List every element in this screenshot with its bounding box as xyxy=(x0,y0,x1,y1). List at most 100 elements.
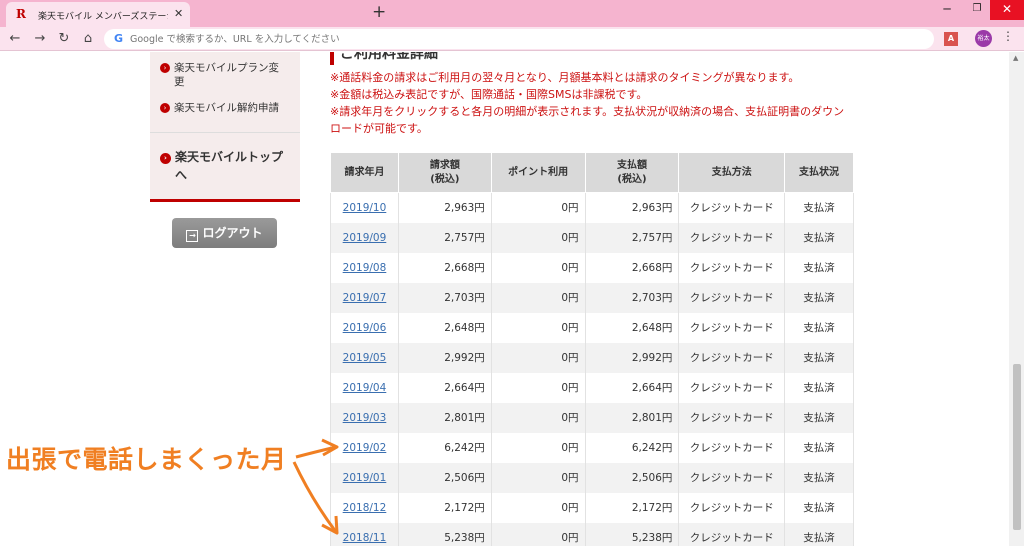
cell-billed: 2,992円 xyxy=(397,342,492,373)
cell-method: クレジットカード xyxy=(678,312,786,343)
scroll-up-icon[interactable]: ▲ xyxy=(1013,54,1018,62)
address-input[interactable] xyxy=(130,31,910,47)
table-row: 2019/03 2,801円 0円 2,801円 クレジットカード 支払済 xyxy=(330,402,854,433)
cell-status: 支払済 xyxy=(784,192,854,223)
cell-month[interactable]: 2019/01 xyxy=(330,462,399,493)
chevron-right-icon: › xyxy=(160,153,171,164)
chevron-right-icon: › xyxy=(160,63,170,73)
cell-paid: 2,668円 xyxy=(584,252,680,283)
table-row: 2018/11 5,238円 0円 5,238円 クレジットカード 支払済 xyxy=(330,522,854,546)
cell-paid: 2,664円 xyxy=(584,372,680,403)
month-link[interactable]: 2019/10 xyxy=(343,202,387,214)
forward-icon[interactable]: → xyxy=(31,30,49,48)
sidebar-item-mobile-top[interactable]: › 楽天モバイルトップへ xyxy=(160,148,292,184)
cell-month[interactable]: 2019/08 xyxy=(330,252,399,283)
cell-billed: 2,664円 xyxy=(397,372,492,403)
cell-points: 0円 xyxy=(490,492,586,523)
cell-paid: 2,506円 xyxy=(584,462,680,493)
google-icon: G xyxy=(114,32,124,45)
cell-billed: 2,172円 xyxy=(397,492,492,523)
scrollbar[interactable]: ▲ xyxy=(1009,52,1024,546)
back-icon[interactable]: ← xyxy=(6,30,24,48)
browser-toolbar: ← → ↻ ⌂ G xyxy=(0,27,1024,51)
cell-paid: 2,703円 xyxy=(584,282,680,313)
table-row: 2019/04 2,664円 0円 2,664円 クレジットカード 支払済 xyxy=(330,372,854,403)
header-month: 請求年月 xyxy=(330,152,399,193)
cell-month[interactable]: 2019/05 xyxy=(330,342,399,373)
close-icon[interactable]: ✕ xyxy=(174,7,183,20)
page-title: ご利用料金詳細 xyxy=(330,52,438,65)
month-link[interactable]: 2019/03 xyxy=(343,412,387,424)
month-link[interactable]: 2019/09 xyxy=(343,232,387,244)
cell-points: 0円 xyxy=(490,372,586,403)
cell-status: 支払済 xyxy=(784,462,854,493)
maximize-icon[interactable]: ❐ xyxy=(962,0,992,20)
cell-month[interactable]: 2019/07 xyxy=(330,282,399,313)
month-link[interactable]: 2019/01 xyxy=(343,472,387,484)
cell-method: クレジットカード xyxy=(678,462,786,493)
rakuten-favicon-icon: R xyxy=(16,7,26,21)
cell-status: 支払済 xyxy=(784,432,854,463)
tab-title: 楽天モバイル メンバーズステーション xyxy=(38,12,168,22)
header-status: 支払状況 xyxy=(784,152,854,193)
cell-month[interactable]: 2019/04 xyxy=(330,372,399,403)
profile-avatar[interactable]: 裕太 xyxy=(975,30,992,47)
cell-status: 支払済 xyxy=(784,492,854,523)
month-link[interactable]: 2019/06 xyxy=(343,322,387,334)
cell-month[interactable]: 2019/09 xyxy=(330,222,399,253)
cell-points: 0円 xyxy=(490,432,586,463)
note-line: ※金額は税込み表記ですが、国際通話・国際SMSは非課税です。 xyxy=(330,88,648,101)
logout-label: ログアウト xyxy=(202,226,263,240)
annotation-text: 出張で電話しまくった月 xyxy=(6,445,287,474)
reload-icon[interactable]: ↻ xyxy=(55,30,73,48)
sidebar-item-cancellation[interactable]: › 楽天モバイル解約申請 xyxy=(160,101,292,115)
cell-billed: 2,506円 xyxy=(397,462,492,493)
month-link[interactable]: 2018/12 xyxy=(343,502,387,514)
address-bar[interactable]: G xyxy=(104,29,934,49)
home-icon[interactable]: ⌂ xyxy=(79,30,97,48)
cell-points: 0円 xyxy=(490,282,586,313)
cell-month[interactable]: 2019/06 xyxy=(330,312,399,343)
month-link[interactable]: 2018/11 xyxy=(343,532,387,544)
table-row: 2019/08 2,668円 0円 2,668円 クレジットカード 支払済 xyxy=(330,252,854,283)
cell-paid: 2,963円 xyxy=(584,192,680,223)
logout-button[interactable]: → ログアウト xyxy=(172,218,277,248)
minimize-icon[interactable]: ─ xyxy=(932,0,962,20)
cell-month[interactable]: 2019/03 xyxy=(330,402,399,433)
tab-strip: R 楽天モバイル メンバーズステーション ✕ + ─ ❐ ✕ xyxy=(0,0,1024,27)
cell-month[interactable]: 2018/12 xyxy=(330,492,399,523)
sidebar-divider xyxy=(150,132,300,133)
month-link[interactable]: 2019/05 xyxy=(343,352,387,364)
sidebar-item-label: 楽天モバイルトップへ xyxy=(175,150,284,182)
cell-status: 支払済 xyxy=(784,372,854,403)
cell-month[interactable]: 2019/02 xyxy=(330,432,399,463)
cell-billed: 2,757円 xyxy=(397,222,492,253)
cell-month[interactable]: 2018/11 xyxy=(330,522,399,546)
cell-points: 0円 xyxy=(490,522,586,546)
cell-points: 0円 xyxy=(490,192,586,223)
scrollbar-thumb[interactable] xyxy=(1013,364,1021,530)
billing-table: 請求年月 請求額 (税込) ポイント利用 支払額 (税込) 支払方法 支払状況 20… xyxy=(330,152,854,546)
cell-points: 0円 xyxy=(490,342,586,373)
sidebar-item-plan-change[interactable]: › 楽天モバイルプラン変更 xyxy=(160,61,292,89)
browser-tab[interactable]: R 楽天モバイル メンバーズステーション ✕ xyxy=(6,2,190,27)
note-line: ※請求年月をクリックすると各月の明細が表示されます。支払状況が収納済の場合、支払… xyxy=(330,105,845,135)
cell-month[interactable]: 2019/10 xyxy=(330,192,399,223)
table-row: 2019/09 2,757円 0円 2,757円 クレジットカード 支払済 xyxy=(330,222,854,253)
cell-paid: 2,801円 xyxy=(584,402,680,433)
window-close-icon[interactable]: ✕ xyxy=(990,0,1024,20)
month-link[interactable]: 2019/02 xyxy=(343,442,387,454)
month-link[interactable]: 2019/07 xyxy=(343,292,387,304)
cell-points: 0円 xyxy=(490,252,586,283)
pdf-extension-icon[interactable]: A xyxy=(944,32,958,46)
month-link[interactable]: 2019/08 xyxy=(343,262,387,274)
cell-points: 0円 xyxy=(490,402,586,433)
cell-status: 支払済 xyxy=(784,342,854,373)
menu-dots-icon[interactable]: ⋮ xyxy=(1002,29,1014,43)
cell-paid: 2,992円 xyxy=(584,342,680,373)
cell-points: 0円 xyxy=(490,462,586,493)
cell-paid: 5,238円 xyxy=(584,522,680,546)
cell-method: クレジットカード xyxy=(678,522,786,546)
new-tab-button[interactable]: + xyxy=(372,2,386,22)
month-link[interactable]: 2019/04 xyxy=(343,382,387,394)
